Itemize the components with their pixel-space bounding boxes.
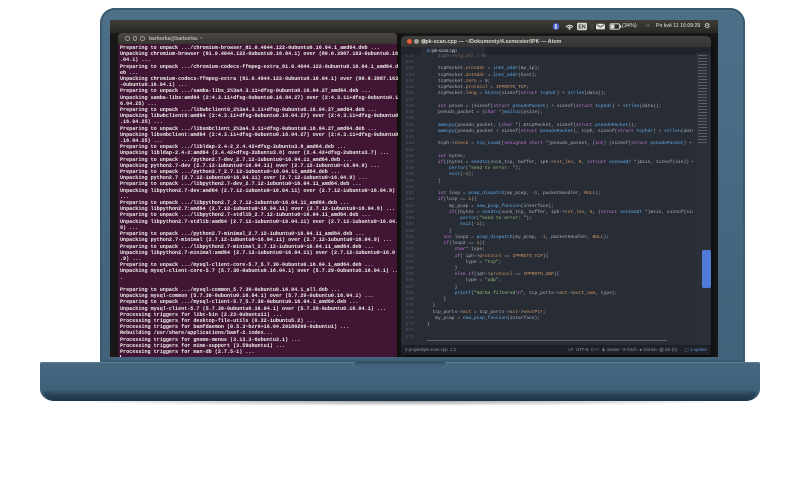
svg-text:EN: EN (578, 25, 585, 31)
